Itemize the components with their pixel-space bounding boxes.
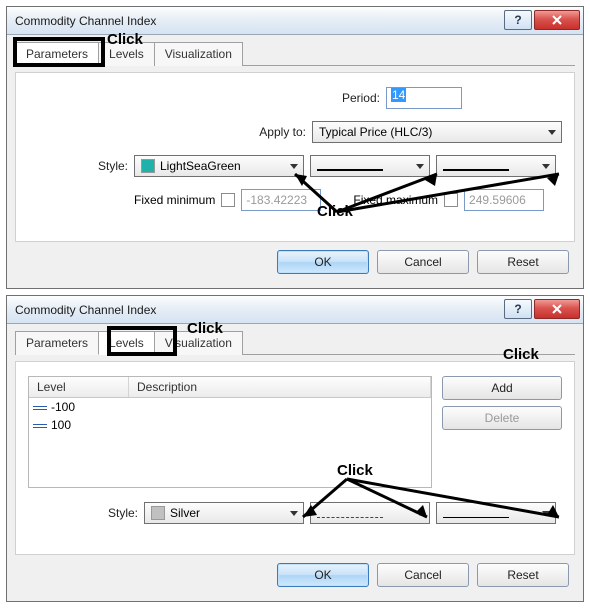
tab-row: Parameters Levels Visualization bbox=[15, 41, 575, 66]
help-button[interactable]: ? bbox=[504, 10, 532, 30]
chevron-down-icon bbox=[416, 511, 424, 516]
levels-list[interactable]: Level Description -100 100 bbox=[28, 376, 432, 488]
fixed-min-label: Fixed minimum bbox=[134, 193, 215, 207]
titlebar: Commodity Channel Index ? bbox=[7, 7, 583, 35]
style-label: Style: bbox=[28, 506, 138, 520]
fixed-min-checkbox[interactable] bbox=[221, 193, 235, 207]
style-width-select[interactable] bbox=[436, 155, 556, 177]
window-title: Commodity Channel Index bbox=[15, 303, 156, 317]
levels-panel: Level Description -100 100 Add Delete St… bbox=[15, 361, 575, 555]
chevron-down-icon bbox=[290, 511, 298, 516]
fixed-max-input[interactable] bbox=[464, 189, 544, 211]
tab-visualization[interactable]: Visualization bbox=[154, 331, 243, 355]
ok-button[interactable]: OK bbox=[277, 250, 369, 274]
add-button[interactable]: Add bbox=[442, 376, 562, 400]
style-color-select[interactable]: LightSeaGreen bbox=[134, 155, 304, 177]
applyto-label: Apply to: bbox=[236, 125, 306, 139]
style-line-select[interactable] bbox=[310, 155, 430, 177]
tab-levels[interactable]: Levels bbox=[98, 331, 155, 355]
reset-button[interactable]: Reset bbox=[477, 250, 569, 274]
color-swatch bbox=[151, 506, 165, 520]
reset-button[interactable]: Reset bbox=[477, 563, 569, 587]
level-row[interactable]: 100 bbox=[29, 416, 431, 434]
close-button[interactable] bbox=[534, 10, 580, 30]
ok-button[interactable]: OK bbox=[277, 563, 369, 587]
fixed-max-checkbox[interactable] bbox=[444, 193, 458, 207]
dialog-parameters: Commodity Channel Index ? Parameters Lev… bbox=[6, 6, 584, 289]
cancel-button[interactable]: Cancel bbox=[377, 563, 469, 587]
chevron-down-icon bbox=[542, 164, 550, 169]
fixed-min-input[interactable] bbox=[241, 189, 321, 211]
tab-levels[interactable]: Levels bbox=[98, 42, 155, 66]
window-title: Commodity Channel Index bbox=[15, 14, 156, 28]
close-icon bbox=[551, 304, 563, 314]
tab-parameters[interactable]: Parameters bbox=[15, 331, 99, 355]
delete-button[interactable]: Delete bbox=[442, 406, 562, 430]
chevron-down-icon bbox=[416, 164, 424, 169]
column-level: Level bbox=[29, 377, 129, 397]
applyto-select[interactable]: Typical Price (HLC/3) bbox=[312, 121, 562, 143]
level-row[interactable]: -100 bbox=[29, 398, 431, 416]
color-swatch bbox=[141, 159, 155, 173]
chevron-down-icon bbox=[548, 130, 556, 135]
dialog-levels: Commodity Channel Index ? Parameters Lev… bbox=[6, 295, 584, 602]
chevron-down-icon bbox=[290, 164, 298, 169]
style-line-select[interactable] bbox=[310, 502, 430, 524]
period-label: Period: bbox=[320, 91, 380, 105]
style-color-select[interactable]: Silver bbox=[144, 502, 304, 524]
titlebar: Commodity Channel Index ? bbox=[7, 296, 583, 324]
style-label: Style: bbox=[28, 159, 128, 173]
level-icon bbox=[33, 421, 47, 429]
help-button[interactable]: ? bbox=[504, 299, 532, 319]
parameters-panel: Period: 14 Apply to: Typical Price (HLC/… bbox=[15, 72, 575, 242]
tab-visualization[interactable]: Visualization bbox=[154, 42, 243, 66]
close-icon bbox=[551, 15, 563, 25]
chevron-down-icon bbox=[542, 511, 550, 516]
style-width-select[interactable] bbox=[436, 502, 556, 524]
column-description: Description bbox=[129, 377, 431, 397]
tab-parameters[interactable]: Parameters bbox=[15, 42, 99, 66]
level-icon bbox=[33, 403, 47, 411]
period-input[interactable]: 14 bbox=[386, 87, 462, 109]
cancel-button[interactable]: Cancel bbox=[377, 250, 469, 274]
close-button[interactable] bbox=[534, 299, 580, 319]
tab-row: Parameters Levels Visualization bbox=[15, 330, 575, 355]
fixed-max-label: Fixed maximum bbox=[353, 193, 438, 207]
